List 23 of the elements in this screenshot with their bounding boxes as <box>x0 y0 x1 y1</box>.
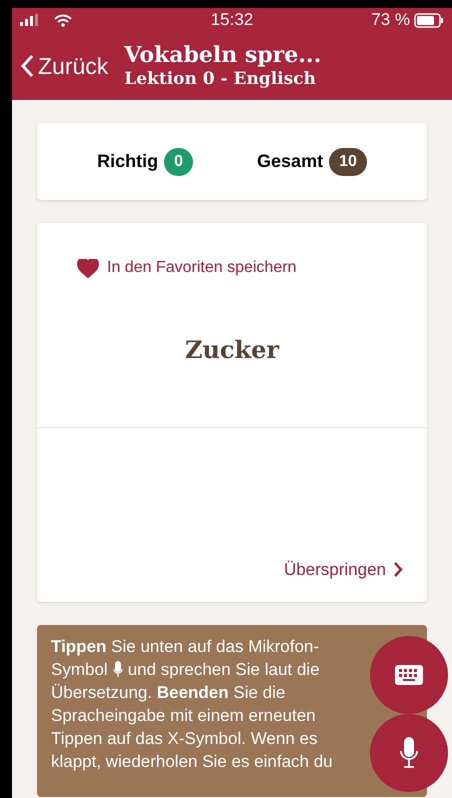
status-time: 15:32 <box>210 9 254 32</box>
page-subtitle: Lektion 0 - Englisch <box>124 69 317 90</box>
vocabulary-word: Zucker <box>184 334 280 366</box>
hint-text: und sprechen Sie laut die <box>128 659 320 681</box>
hint-text: Symbol <box>51 659 108 681</box>
back-button[interactable]: Zurück <box>20 48 108 84</box>
battery-percent: 73 % <box>371 9 410 32</box>
score-count: 10 <box>329 148 367 176</box>
hint-text: Tippen Sie unten auf das Mikrofon- <box>51 636 320 658</box>
chevron-right-icon <box>394 562 403 577</box>
score-label: Gesamt <box>257 150 324 173</box>
chevron-left-icon <box>20 54 34 78</box>
battery-icon <box>414 12 444 28</box>
keyboard-icon <box>395 665 423 685</box>
microphone-icon <box>112 661 123 678</box>
skip-button[interactable]: Überspringen <box>284 556 403 582</box>
page-title: Vokabeln spre... <box>124 42 322 70</box>
microphone-icon <box>400 737 418 769</box>
score-count: 0 <box>164 148 194 176</box>
score-label: Richtig <box>97 150 158 173</box>
favorite-button[interactable]: In den Favoriten speichern <box>77 256 296 280</box>
wifi-icon <box>54 14 72 26</box>
hint-text: Übersetzung. Beenden Sie die Spracheingabe mit einem erneuten Tippen auf das X-Symbol. Wenn es klappt, wiederholen Sie es einfach du <box>51 682 334 773</box>
